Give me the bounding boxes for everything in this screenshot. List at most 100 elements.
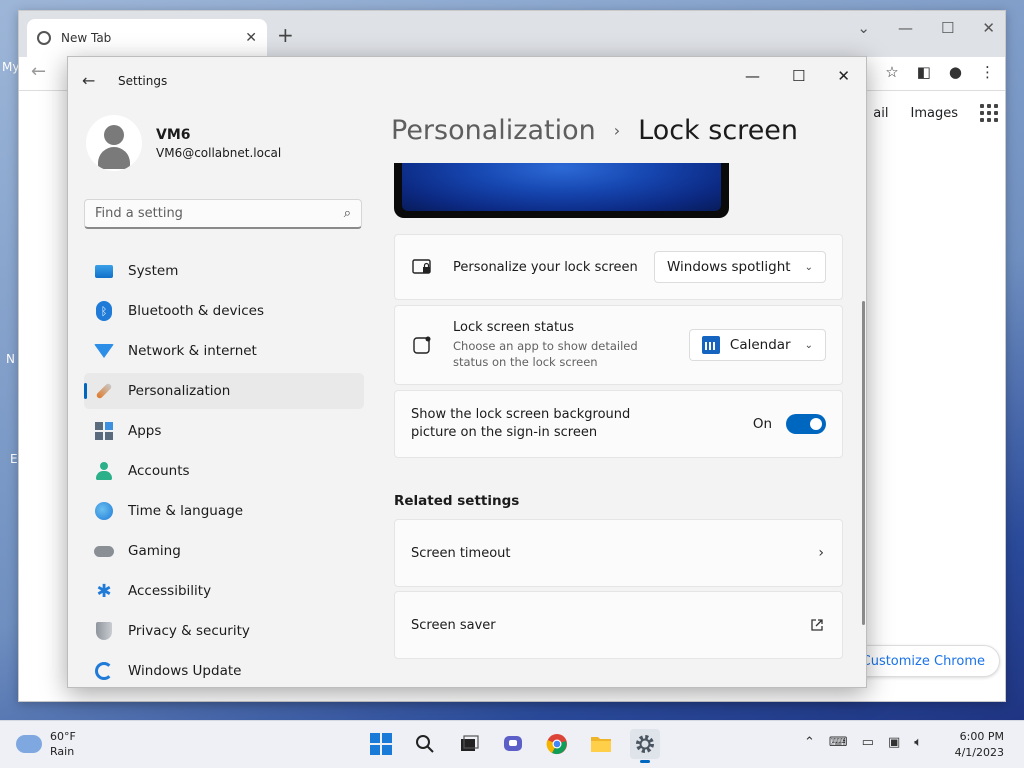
close-icon[interactable]: ✕ <box>982 19 995 37</box>
signin-background-toggle[interactable] <box>786 414 826 434</box>
screen-timeout-row[interactable]: Screen timeout › <box>394 519 843 587</box>
breadcrumb: Personalization › Lock screen <box>391 115 798 146</box>
keyboard-icon[interactable]: ⌨ <box>829 735 848 750</box>
task-view-icon <box>461 735 479 751</box>
display-icon[interactable]: ▭ <box>862 735 874 750</box>
sidebar-item-time-language[interactable]: Time & language <box>84 493 364 529</box>
sidebar-item-accounts[interactable]: Accounts <box>84 453 364 489</box>
sidebar-item-apps[interactable]: Apps <box>84 413 364 449</box>
chrome-window-controls: ⌄ — ☐ ✕ <box>857 19 995 37</box>
screen-saver-label: Screen saver <box>411 617 496 633</box>
lock-screen-status-row: Lock screen status Choose an app to show… <box>394 305 843 385</box>
breadcrumb-parent[interactable]: Personalization <box>391 115 596 146</box>
system-icon <box>94 261 114 281</box>
file-explorer-button[interactable] <box>586 729 616 759</box>
sidebar-item-windows-update[interactable]: Windows Update <box>84 653 364 687</box>
desktop-icon-label: My <box>2 60 20 74</box>
sidebar-item-label: Bluetooth & devices <box>128 303 265 319</box>
back-arrow-icon[interactable]: ← <box>82 71 95 90</box>
customize-chrome-button[interactable]: Customize Chrome <box>846 645 1000 677</box>
search-icon <box>416 735 434 753</box>
settings-window-controls: — ☐ ✕ <box>745 67 850 85</box>
back-arrow-icon[interactable]: ← <box>31 61 46 82</box>
sidebar-item-label: Windows Update <box>128 663 242 679</box>
sidebar-item-label: Network & internet <box>128 343 257 359</box>
task-view-button[interactable] <box>454 729 484 759</box>
side-panel-icon[interactable]: ◧ <box>917 63 931 81</box>
lock-screen-monitor-icon <box>412 259 431 274</box>
profile-avatar-icon[interactable]: ● <box>949 63 962 81</box>
sidebar-item-network[interactable]: Network & internet <box>84 333 364 369</box>
sidebar-item-label: Accounts <box>128 463 190 479</box>
close-tab-icon[interactable]: ✕ <box>245 30 257 46</box>
sidebar-item-personalization[interactable]: Personalization <box>84 373 364 409</box>
taskbar-clock[interactable]: 6:00 PM 4/1/2023 <box>955 729 1004 761</box>
screen-timeout-label: Screen timeout <box>411 545 511 561</box>
taskbar-search-button[interactable] <box>410 729 440 759</box>
google-apps-icon[interactable] <box>980 104 998 122</box>
search-input[interactable] <box>95 206 344 221</box>
sidebar-item-bluetooth[interactable]: ᛒ Bluetooth & devices <box>84 293 364 329</box>
desktop-icon-label: E <box>10 452 18 466</box>
page-title: Lock screen <box>638 115 799 146</box>
personalize-lock-screen-dropdown[interactable]: Windows spotlight ⌄ <box>653 251 826 283</box>
open-external-icon <box>811 619 823 631</box>
signin-background-row: Show the lock screen background picture … <box>394 390 843 458</box>
sidebar-item-gaming[interactable]: Gaming <box>84 533 364 569</box>
windows-logo-icon <box>370 733 392 755</box>
close-icon[interactable]: ✕ <box>837 67 850 85</box>
user-email: VM6@collabnet.local <box>156 145 282 160</box>
google-header-links: ail Images <box>873 104 998 122</box>
settings-taskbar-button[interactable] <box>630 729 660 763</box>
teams-chat-button[interactable] <box>498 729 528 759</box>
chrome-tab-new-tab[interactable]: New Tab ✕ <box>27 19 267 57</box>
rain-cloud-icon <box>16 735 42 753</box>
gmail-link[interactable]: ail <box>873 106 888 121</box>
network-monitor-icon[interactable]: ▣ <box>888 735 900 750</box>
search-icon[interactable]: ⌕ <box>344 206 351 221</box>
gaming-icon <box>94 541 114 561</box>
minimize-icon[interactable]: — <box>745 67 760 85</box>
chrome-toolbar-actions: ☆ ◧ ● ⋮ <box>885 63 995 81</box>
sidebar-item-system[interactable]: System <box>84 253 364 289</box>
user-account-card[interactable]: VM6 VM6@collabnet.local <box>86 115 281 171</box>
time-language-icon <box>94 501 114 521</box>
screen-saver-row[interactable]: Screen saver <box>394 591 843 659</box>
kebab-menu-icon[interactable]: ⋮ <box>980 63 995 81</box>
chrome-taskbar-button[interactable] <box>542 729 572 759</box>
lock-screen-preview-image <box>402 163 721 211</box>
personalize-lock-screen-row: Personalize your lock screen Windows spo… <box>394 234 843 300</box>
network-icon <box>94 341 114 361</box>
images-link[interactable]: Images <box>911 106 959 121</box>
search-box: ⌕ <box>84 199 362 229</box>
sidebar-item-accessibility[interactable]: ✱ Accessibility <box>84 573 364 609</box>
bookmark-star-icon[interactable]: ☆ <box>885 63 898 81</box>
sidebar-item-label: Privacy & security <box>128 623 250 639</box>
desktop-icon-label: N <box>6 352 15 366</box>
volume-icon[interactable]: 🔈︎ <box>914 735 922 750</box>
start-button[interactable] <box>366 729 396 759</box>
new-tab-icon[interactable]: + <box>277 23 294 47</box>
personalization-icon <box>94 381 114 401</box>
lock-screen-status-dropdown[interactable]: Calendar ⌄ <box>688 329 826 361</box>
tab-search-chevron-icon[interactable]: ⌄ <box>857 19 870 37</box>
accounts-icon <box>94 461 114 481</box>
settings-window: ← Settings — ☐ ✕ VM6 VM6@collabnet.local… <box>67 56 867 688</box>
weather-widget[interactable]: 60°F Rain <box>16 729 76 759</box>
signin-background-toggle-group: On <box>753 414 826 434</box>
sidebar-item-label: Time & language <box>128 503 244 519</box>
toggle-state-label: On <box>752 416 772 432</box>
sidebar-item-label: Apps <box>128 423 162 439</box>
signin-background-label: Show the lock screen background picture … <box>411 407 631 440</box>
minimize-icon[interactable]: — <box>898 19 913 37</box>
content-scrollbar[interactable] <box>862 301 865 625</box>
settings-titlebar: ← Settings — ☐ ✕ <box>68 57 866 105</box>
window-title: Settings <box>118 74 168 88</box>
chevron-up-icon[interactable]: ⌃ <box>804 735 815 750</box>
chrome-tab-strip: New Tab ✕ + ⌄ — ☐ ✕ <box>19 11 1005 57</box>
maximize-icon[interactable]: ☐ <box>792 67 805 85</box>
maximize-icon[interactable]: ☐ <box>941 19 954 37</box>
sidebar-item-label: Gaming <box>128 543 181 559</box>
sidebar-item-privacy[interactable]: Privacy & security <box>84 613 364 649</box>
taskbar-apps <box>366 729 660 763</box>
